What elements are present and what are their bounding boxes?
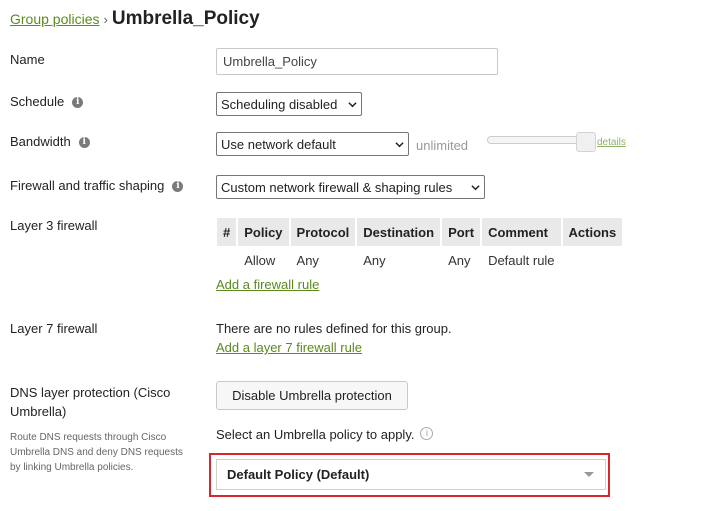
chevron-down-icon bbox=[395, 141, 404, 147]
table-cell-comment: Default rule bbox=[488, 252, 555, 268]
info-icon[interactable]: i bbox=[78, 137, 90, 149]
disable-umbrella-button[interactable]: Disable Umbrella protection bbox=[216, 381, 408, 410]
bandwidth-details-link[interactable]: details bbox=[597, 137, 626, 148]
firewall-shaping-select[interactable]: Custom network firewall & shaping rules bbox=[216, 175, 485, 199]
table-row: Allow Any Any Any Default rule bbox=[217, 246, 622, 274]
bandwidth-slider-handle[interactable] bbox=[576, 132, 596, 152]
schedule-label-row: Schedule i bbox=[10, 94, 84, 109]
bandwidth-label-row: Bandwidth i bbox=[10, 134, 90, 149]
firewall-shaping-label-row: Firewall and traffic shaping i bbox=[10, 178, 184, 193]
table-cell-port: Any bbox=[448, 252, 471, 268]
name-label: Name bbox=[10, 52, 45, 67]
bandwidth-slider-track[interactable] bbox=[487, 136, 589, 144]
dns-help-text: Route DNS requests through Cisco Umbrell… bbox=[10, 432, 183, 473]
layer3-rules-table: # Policy Protocol Destination Port Comme… bbox=[215, 218, 624, 274]
column-header-protocol: Protocol bbox=[290, 218, 356, 246]
breadcrumb-group-policies-link[interactable]: Group policies bbox=[10, 11, 100, 27]
name-input[interactable] bbox=[216, 48, 498, 75]
table-cell-policy: Allow bbox=[244, 252, 276, 268]
breadcrumb: Group policies › Umbrella_Policy bbox=[10, 8, 260, 32]
breadcrumb-separator: › bbox=[103, 12, 108, 27]
column-header-port: Port bbox=[442, 218, 481, 246]
column-header-policy: Policy bbox=[238, 218, 289, 246]
bandwidth-label: Bandwidth bbox=[10, 134, 71, 149]
chevron-down-icon bbox=[348, 101, 357, 107]
dns-protection-label: DNS layer protection (Cisco Umbrella) bbox=[10, 385, 171, 419]
add-firewall-rule-link[interactable]: Add a firewall rule bbox=[216, 277, 319, 292]
column-header-destination: Destination bbox=[357, 218, 441, 246]
umbrella-policy-value: Default Policy (Default) bbox=[227, 467, 370, 482]
table-cell-protocol: Any bbox=[296, 252, 319, 268]
column-header-comment: Comment bbox=[482, 218, 561, 246]
column-header-number: # bbox=[217, 218, 237, 246]
schedule-select-value: Scheduling disabled bbox=[221, 96, 338, 112]
bandwidth-select-value: Use network default bbox=[221, 136, 336, 152]
chevron-down-icon bbox=[471, 184, 480, 190]
firewall-shaping-label: Firewall and traffic shaping bbox=[10, 178, 165, 193]
info-icon[interactable]: i bbox=[420, 427, 434, 440]
add-layer7-rule-link[interactable]: Add a layer 7 firewall rule bbox=[216, 340, 362, 355]
table-header-row: # Policy Protocol Destination Port Comme… bbox=[217, 218, 623, 246]
table-cell-actions bbox=[563, 246, 623, 274]
firewall-shaping-select-value: Custom network firewall & shaping rules bbox=[221, 179, 453, 195]
schedule-label: Schedule bbox=[10, 94, 65, 109]
table-cell-number bbox=[217, 246, 236, 274]
layer3-label: Layer 3 firewall bbox=[10, 218, 98, 233]
umbrella-policy-select[interactable]: Default Policy (Default) bbox=[216, 459, 606, 490]
layer7-empty-text: There are no rules defined for this grou… bbox=[216, 321, 452, 336]
bandwidth-select[interactable]: Use network default bbox=[216, 132, 409, 156]
umbrella-prompt-row: Select an Umbrella policy to apply. i bbox=[216, 427, 434, 442]
info-icon[interactable]: i bbox=[72, 97, 84, 109]
page-title: Umbrella_Policy bbox=[111, 8, 260, 29]
schedule-select[interactable]: Scheduling disabled bbox=[216, 92, 362, 116]
layer7-label: Layer 7 firewall bbox=[10, 321, 98, 336]
info-icon[interactable]: i bbox=[172, 181, 184, 193]
bandwidth-limit-text: unlimited bbox=[416, 138, 469, 153]
chevron-down-icon bbox=[584, 471, 594, 477]
column-header-actions: Actions bbox=[562, 218, 623, 246]
umbrella-prompt-text: Select an Umbrella policy to apply. bbox=[216, 427, 415, 442]
table-cell-destination: Any bbox=[363, 252, 386, 268]
